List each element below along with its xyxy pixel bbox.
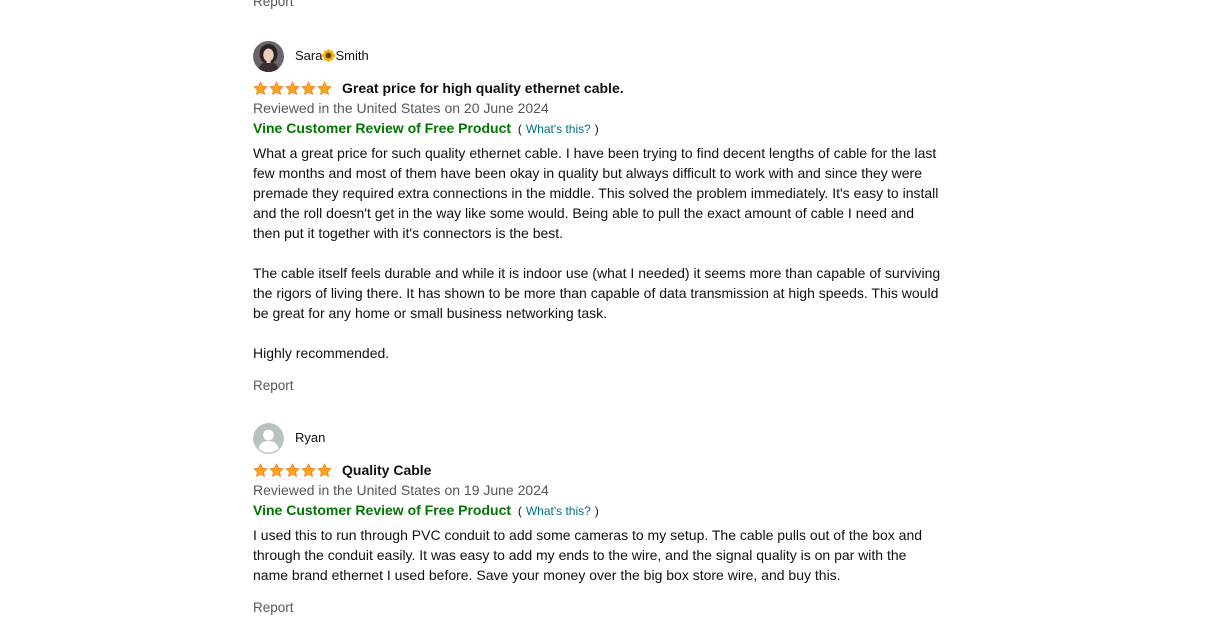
report-link[interactable]: Report [253,0,294,12]
star-icon [269,80,284,95]
review-card: Ryan Quality Cable Reviewed in the Unite… [253,422,943,618]
reviewer-name[interactable]: Ryan [295,429,325,447]
review-title-row: Great price for high quality ethernet ca… [253,78,943,98]
whats-this-link[interactable]: What's this? [526,122,591,136]
review-title[interactable]: Quality Cable [342,460,431,480]
avatar[interactable] [253,40,284,72]
vine-badge: Vine Customer Review of Free Product [253,120,512,136]
review-paragraph: What a great price for such quality ethe… [253,145,939,241]
report-link[interactable]: Report [253,598,294,618]
star-icon [285,80,300,95]
reviewer-photo-icon [253,40,284,72]
star-icon [301,80,316,95]
previous-review-report: Report [253,0,943,12]
review-date: Reviewed in the United States on 20 June… [253,100,549,116]
star-icon [301,462,316,477]
star-icon [269,462,284,477]
whats-this-link[interactable]: What's this? [526,504,591,518]
reviewer-name[interactable]: Sara Smith [295,47,369,65]
star-icon [285,462,300,477]
star-icon [317,462,332,477]
review-card: Sara Smith Great price for high quality e… [253,40,943,396]
star-icon [253,462,268,477]
vine-close-paren: ) [594,504,599,518]
review-date: Reviewed in the United States on 19 June… [253,482,549,498]
vine-close-paren: ) [594,122,599,136]
review-title[interactable]: Great price for high quality ethernet ca… [342,78,624,98]
vine-badge: Vine Customer Review of Free Product [253,502,512,518]
vine-row: Vine Customer Review of Free Product ( W… [253,118,943,139]
review-title-row: Quality Cable [253,460,943,480]
star-rating[interactable] [253,80,333,96]
vine-open-paren: ( [517,504,522,518]
sunflower-icon [322,49,336,62]
reviews-list: Report Sara Smith Great price for high q… [253,0,943,618]
reviewer-last-name: Smith [335,48,369,63]
review-paragraph: I used this to run through PVC conduit t… [253,527,923,583]
reviewer-profile[interactable]: Ryan [253,422,943,454]
reviewer-profile[interactable]: Sara Smith [253,40,943,72]
vine-open-paren: ( [517,122,522,136]
review-paragraph: The cable itself feels durable and while… [253,265,941,321]
review-body: What a great price for such quality ethe… [253,143,943,363]
star-icon [253,80,268,95]
report-row: Report [253,376,943,396]
review-body: I used this to run through PVC conduit t… [253,525,943,585]
star-rating[interactable] [253,462,333,478]
report-row: Report [253,598,943,618]
vine-row: Vine Customer Review of Free Product ( W… [253,500,943,521]
report-link[interactable]: Report [253,376,294,396]
reviewer-first-name: Sara [295,48,323,63]
review-paragraph: Highly recommended. [253,345,390,361]
star-icon [317,80,332,95]
default-avatar-icon[interactable] [253,422,284,454]
